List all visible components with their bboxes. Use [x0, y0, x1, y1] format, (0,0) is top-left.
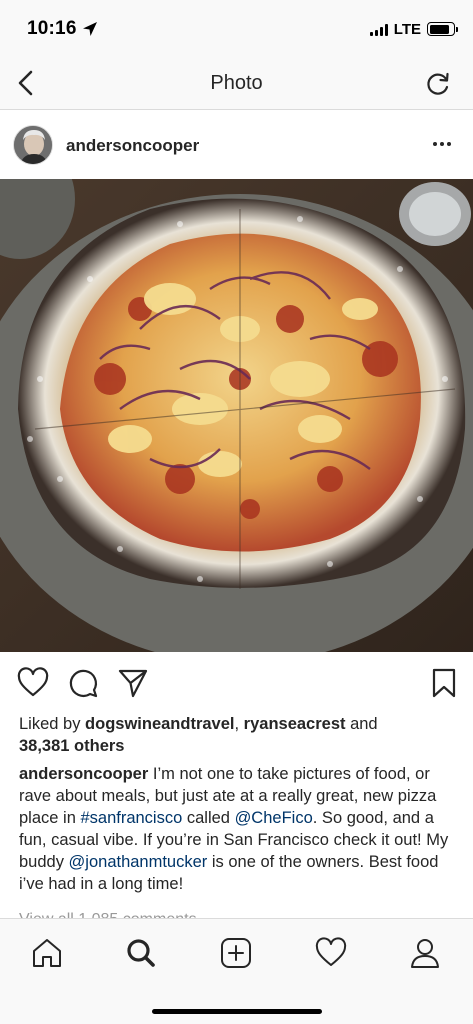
mention-link[interactable]: @jonathanmtucker [69, 853, 208, 871]
home-indicator[interactable] [152, 1009, 322, 1014]
battery-icon [427, 22, 458, 36]
likes-and: and [345, 715, 378, 733]
signal-icon [369, 23, 388, 36]
bookmark-icon[interactable] [428, 667, 460, 699]
status-indicators: LTE [369, 19, 458, 39]
refresh-icon[interactable] [425, 71, 451, 97]
nav-bar: Photo [0, 56, 473, 110]
location-arrow-icon [83, 22, 97, 36]
heart-icon[interactable] [17, 667, 49, 699]
caption-author[interactable]: andersoncooper [19, 765, 148, 783]
activity-heart-icon[interactable] [315, 937, 347, 969]
avatar[interactable] [13, 125, 53, 165]
hashtag-link[interactable]: #sanfrancisco [80, 809, 182, 827]
mention-link[interactable]: @CheFico [235, 809, 313, 827]
home-icon[interactable] [31, 937, 63, 969]
likes-text: Liked by dogswineandtravel, ryanseacrest… [19, 713, 459, 757]
share-icon[interactable] [117, 667, 149, 699]
tab-bar [0, 918, 473, 1024]
caption-text: called [182, 809, 235, 827]
liked-by-user-link[interactable]: dogswineandtravel [85, 715, 234, 733]
pizza-photo [0, 179, 473, 652]
liked-by-user-link[interactable]: ryanseacrest [244, 715, 346, 733]
status-time: 10:16 [27, 18, 77, 39]
post-username[interactable]: andersoncooper [66, 136, 199, 156]
post-caption: andersoncooper I’m not one to take pictu… [19, 763, 459, 895]
network-type: LTE [393, 20, 421, 38]
page-title: Photo [210, 72, 263, 94]
likes-separator: , [234, 715, 244, 733]
profile-icon[interactable] [409, 937, 441, 969]
avatar-image [14, 126, 52, 164]
search-icon[interactable] [125, 937, 157, 969]
post-header: andersoncooper [0, 111, 473, 179]
post-photo[interactable] [0, 179, 473, 652]
more-options-icon[interactable] [433, 137, 455, 151]
add-post-icon[interactable] [220, 937, 252, 969]
comment-icon[interactable] [67, 667, 99, 699]
likes-prefix: Liked by [19, 715, 86, 733]
likes-count-link[interactable]: 38,381 others [19, 737, 124, 755]
status-bar: 10:16 LTE [0, 0, 473, 56]
post-actions [0, 652, 473, 712]
